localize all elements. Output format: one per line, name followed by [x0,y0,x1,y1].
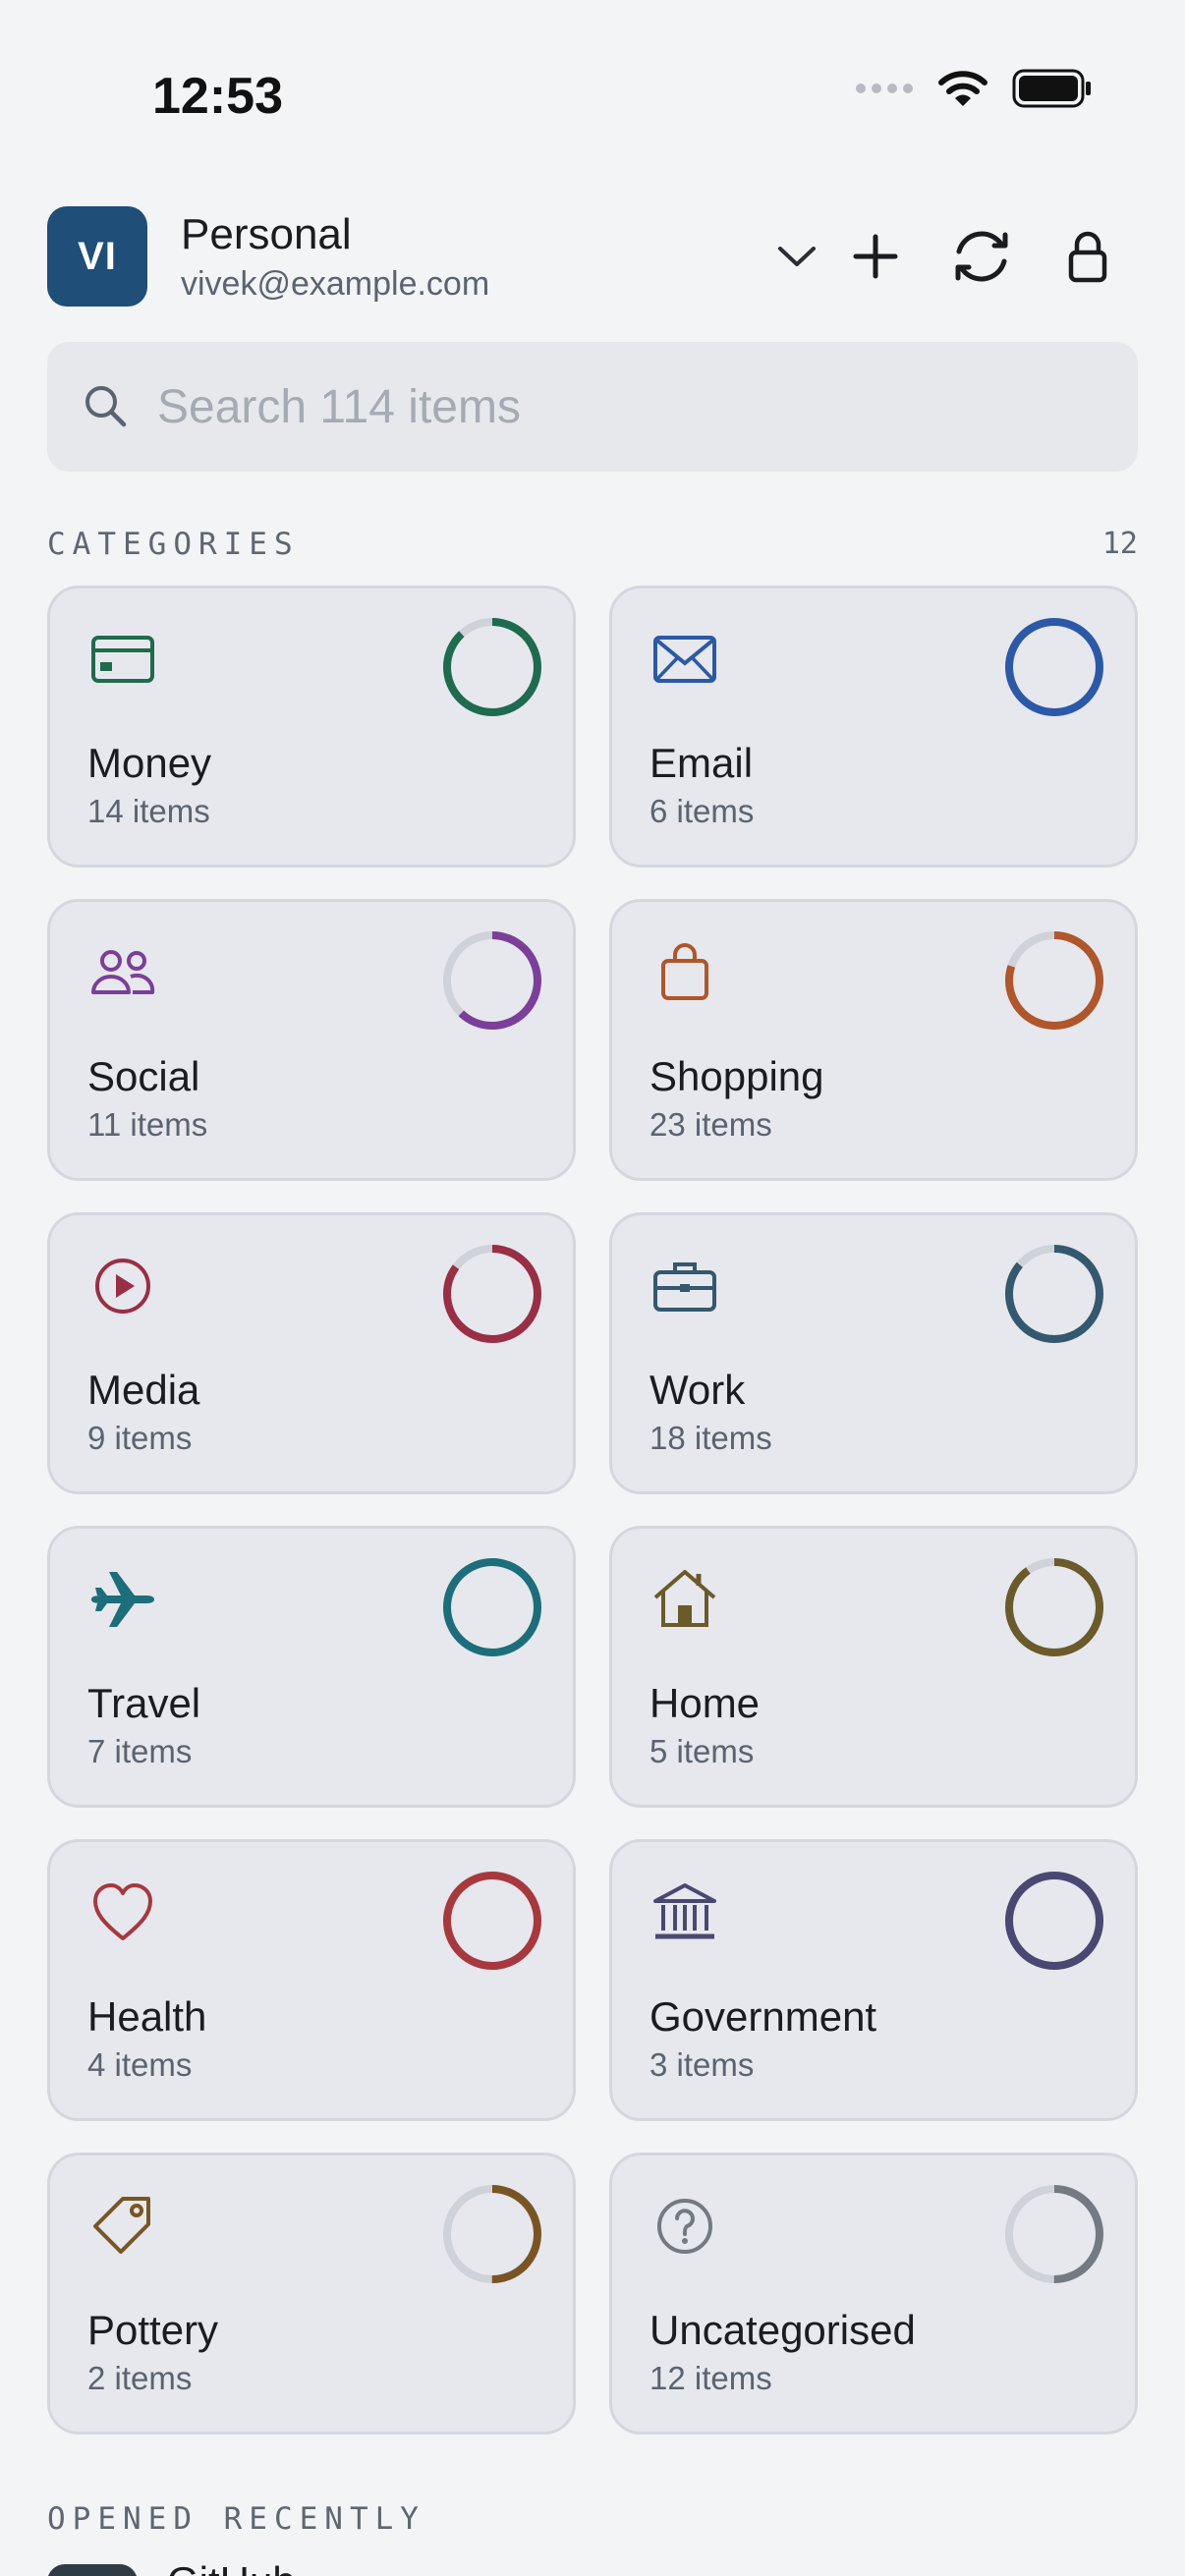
category-name: Money [87,740,212,786]
cellular-signal-icon [856,84,913,93]
question-icon [657,2199,712,2254]
status-time: 12:53 [152,68,283,125]
category-card-uncategorised[interactable]: Uncategorised 12 items [609,2153,1138,2435]
category-grid: Money 14 items Email 6 items Social 11 items S… [47,586,1138,2435]
wifi-icon [938,71,988,106]
category-name: Pottery [87,2307,219,2353]
house-icon [653,1570,716,1627]
bank-icon [653,1883,716,1939]
category-card-government[interactable]: Government 3 items [609,1839,1138,2121]
category-count: 9 items [87,1420,193,1456]
category-name: Media [87,1367,200,1413]
category-progress-ring [443,618,541,716]
sync-icon [955,231,1008,282]
category-card-pottery[interactable]: Pottery 2 items [47,2153,576,2435]
category-card-social[interactable]: Social 11 items [47,899,576,1181]
tag-icon [93,2197,150,2254]
category-card-health[interactable]: Health 4 items [47,1839,576,2121]
category-card-home[interactable]: Home 5 items [609,1526,1138,1808]
search-icon [85,386,127,427]
airplane-icon [91,1572,154,1627]
account-avatar[interactable]: VI [47,206,147,307]
category-name: Home [649,1680,761,1726]
recent-item-avatar [47,2564,138,2576]
category-progress-ring [1005,1558,1103,1656]
plus-icon [853,234,898,279]
add-item-button[interactable] [841,222,910,291]
categories-heading: CATEGORIES [47,527,300,562]
account-header: VI Personal vivek@example.com [47,204,1138,310]
lock-button[interactable] [1053,222,1122,291]
category-count: 11 items [87,1106,208,1143]
category-card-email[interactable]: Email 6 items [609,586,1138,868]
category-count: 18 items [649,1420,772,1456]
people-icon [91,950,155,994]
bag-icon [661,943,708,1000]
briefcase-icon [653,1262,716,1312]
category-count: 12 items [649,2360,772,2396]
categories-count: 12 [1101,527,1138,561]
lock-icon [1068,231,1107,283]
sync-button[interactable] [947,222,1016,291]
category-progress-ring [443,931,541,1030]
category-name: Government [649,1993,877,2040]
category-name: Health [87,1993,207,2040]
category-name: Work [649,1367,746,1413]
opened-recently-heading: OPENED RECENTLY [47,2501,425,2537]
category-progress-ring [443,1872,541,1970]
category-count: 4 items [87,2046,193,2083]
category-count: 5 items [649,1733,755,1769]
recent-item-name: GitHub [167,2558,296,2576]
category-progress-ring [1005,1872,1103,1970]
category-progress-ring [1005,1245,1103,1343]
category-count: 7 items [87,1733,193,1769]
category-card-media[interactable]: Media 9 items [47,1212,576,1494]
category-name: Shopping [649,1053,824,1099]
account-email: vivek@example.com [181,265,490,303]
category-card-money[interactable]: Money 14 items [47,586,576,868]
category-progress-ring [1005,2185,1103,2283]
category-count: 23 items [649,1106,772,1143]
status-bar: 12:53 [0,0,1185,187]
category-count: 14 items [87,793,210,829]
status-icons [855,69,1093,108]
search-bar[interactable] [47,342,1138,472]
battery-icon [1012,69,1091,108]
category-name: Uncategorised [649,2307,916,2353]
envelope-icon [653,636,716,683]
category-progress-ring [443,2185,541,2283]
category-count: 3 items [649,2046,755,2083]
play-icon [95,1259,150,1314]
card-icon [91,636,154,683]
category-count: 2 items [87,2360,193,2396]
category-card-shopping[interactable]: Shopping 23 items [609,899,1138,1181]
heart-icon [93,1883,152,1940]
category-progress-ring [1005,618,1103,716]
category-card-travel[interactable]: Travel 7 items [47,1526,576,1808]
category-progress-ring [1005,931,1103,1030]
account-name[interactable]: Personal [181,210,352,259]
account-switcher-button[interactable] [762,222,831,291]
category-name: Travel [87,1680,201,1726]
category-name: Social [87,1053,200,1099]
category-name: Email [649,740,754,786]
chevron-down-icon [778,247,816,266]
category-progress-ring [443,1558,541,1656]
category-card-work[interactable]: Work 18 items [609,1212,1138,1494]
search-input[interactable] [157,371,1100,442]
category-progress-ring [443,1245,541,1343]
category-count: 6 items [649,793,755,829]
